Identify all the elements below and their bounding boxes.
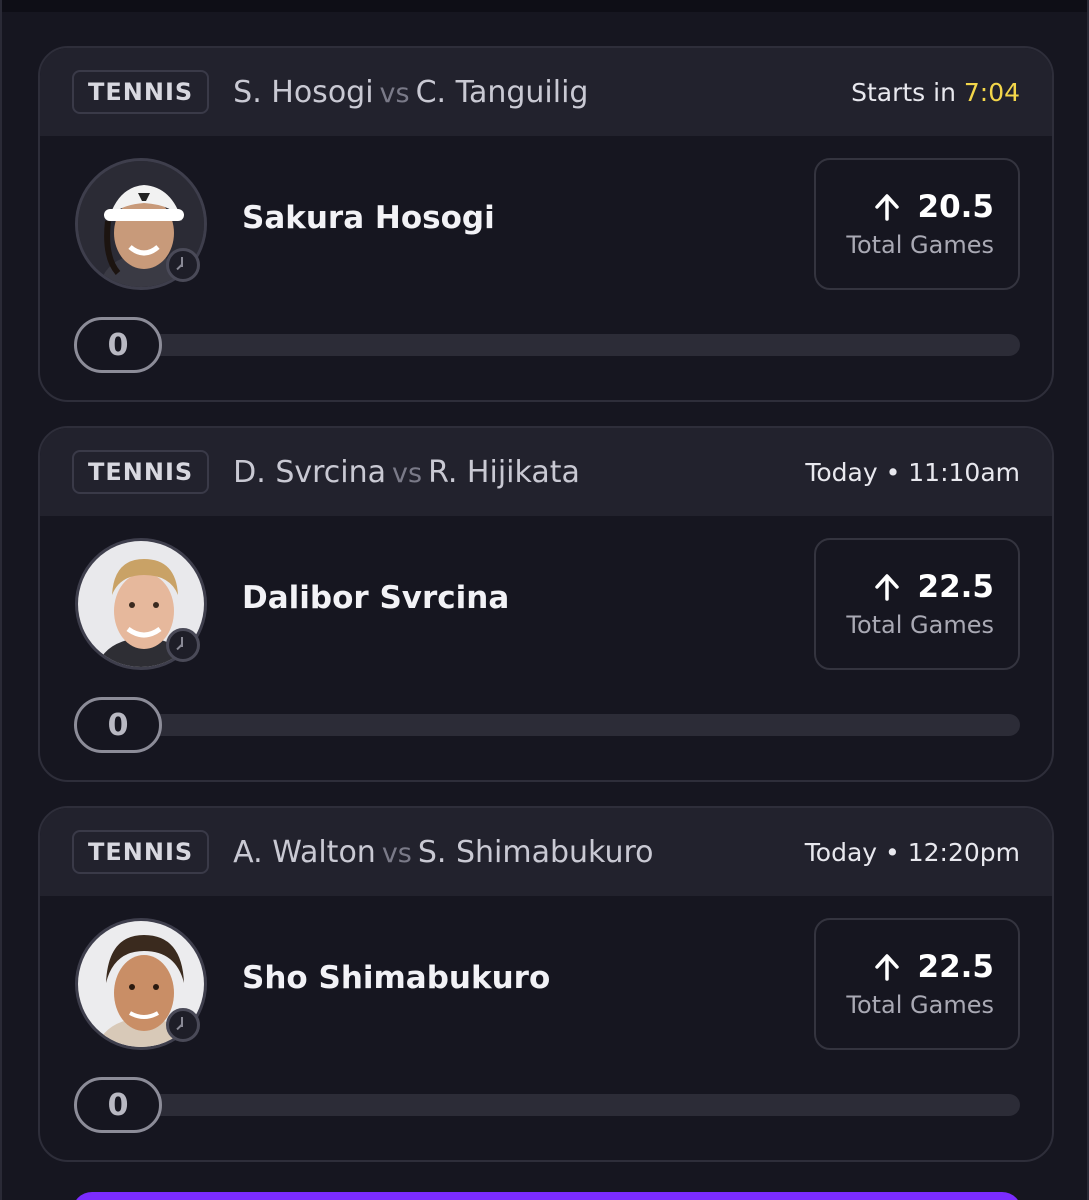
up-arrow-icon: [874, 574, 899, 601]
start-time: Today • 12:20pm: [805, 838, 1020, 867]
card-header: TENNIS A. Walton vs S. Shimabukuro Today •…: [40, 808, 1052, 896]
pick-line: 20.5: [872, 189, 995, 225]
progress-value: 0: [74, 317, 162, 373]
start-time-prefix: Starts in: [851, 77, 964, 107]
vs-label: vs: [381, 837, 412, 869]
pick-card[interactable]: TENNIS S. Hosogi vs C. Tanguilig Starts in…: [38, 46, 1054, 402]
card-header: TENNIS S. Hosogi vs C. Tanguilig Starts in…: [40, 48, 1052, 136]
start-time-prefix: Today • 11:10am: [805, 457, 1020, 487]
vs-label: vs: [392, 457, 423, 489]
up-arrow-icon: [874, 954, 899, 981]
app-window: TENNIS S. Hosogi vs C. Tanguilig Starts in…: [0, 0, 1089, 1200]
clock-icon: [166, 248, 200, 282]
countdown-value: 7:04: [963, 77, 1020, 107]
pick-value: 22.5: [917, 949, 995, 985]
pick-stat-label: Total Games: [846, 231, 994, 259]
player-b: C. Tanguilig: [415, 74, 589, 110]
vs-label: vs: [379, 77, 410, 109]
progress-value: 0: [74, 697, 162, 753]
matchup-title: S. Hosogi vs C. Tanguilig: [233, 75, 588, 110]
player-name: Dalibor Svrcina: [242, 580, 510, 616]
pick-selection-button[interactable]: 22.5 Total Games: [814, 918, 1020, 1050]
pick-card-list: TENNIS S. Hosogi vs C. Tanguilig Starts in…: [38, 46, 1054, 1186]
pick-stat-label: Total Games: [846, 991, 994, 1019]
start-time: Today • 11:10am: [805, 458, 1020, 487]
pick-line: 22.5: [872, 569, 995, 605]
pick-card[interactable]: TENNIS D. Svrcina vs R. Hijikata Today • 1…: [38, 426, 1054, 782]
progress-value: 0: [74, 1077, 162, 1133]
start-time: Starts in 7:04: [851, 78, 1020, 107]
player-b: S. Shimabukuro: [417, 834, 654, 870]
player-name: Sho Shimabukuro: [242, 960, 551, 996]
player-a: D. Svrcina: [233, 454, 387, 490]
up-arrow-icon: [874, 194, 899, 221]
player-name: Sakura Hosogi: [242, 200, 495, 236]
sport-badge: TENNIS: [72, 70, 210, 114]
top-bar: [2, 0, 1087, 12]
player-a: S. Hosogi: [233, 74, 374, 110]
pick-value: 22.5: [917, 569, 995, 605]
start-time-prefix: Today • 12:20pm: [804, 837, 1020, 867]
clock-icon: [166, 628, 200, 662]
matchup-title: D. Svrcina vs R. Hijikata: [233, 455, 580, 490]
pick-selection-button[interactable]: 22.5 Total Games: [814, 538, 1020, 670]
matchup-title: A. Walton vs S. Shimabukuro: [233, 835, 653, 870]
pick-selection-button[interactable]: 20.5 Total Games: [814, 158, 1020, 290]
pick-value: 20.5: [917, 189, 995, 225]
pick-line: 22.5: [872, 949, 995, 985]
pick-stat-label: Total Games: [846, 611, 994, 639]
card-header: TENNIS D. Svrcina vs R. Hijikata Today • 1…: [40, 428, 1052, 516]
pick-card[interactable]: TENNIS A. Walton vs S. Shimabukuro Today •…: [38, 806, 1054, 1162]
sport-badge: TENNIS: [72, 830, 210, 874]
card-body: Sho Shimabukuro 22.5 Total Games 0: [40, 896, 1052, 1160]
player-a: A. Walton: [233, 834, 376, 870]
progress-bar: [120, 1094, 1020, 1116]
progress-bar: [120, 714, 1020, 736]
progress-bar: [120, 334, 1020, 356]
sport-badge: TENNIS: [72, 450, 210, 494]
card-body: Dalibor Svrcina 22.5 Total Games 0: [40, 516, 1052, 780]
clock-icon: [166, 1008, 200, 1042]
submit-button[interactable]: [72, 1192, 1022, 1200]
card-body: Sakura Hosogi 20.5 Total Games 0: [40, 136, 1052, 400]
player-b: R. Hijikata: [428, 454, 580, 490]
